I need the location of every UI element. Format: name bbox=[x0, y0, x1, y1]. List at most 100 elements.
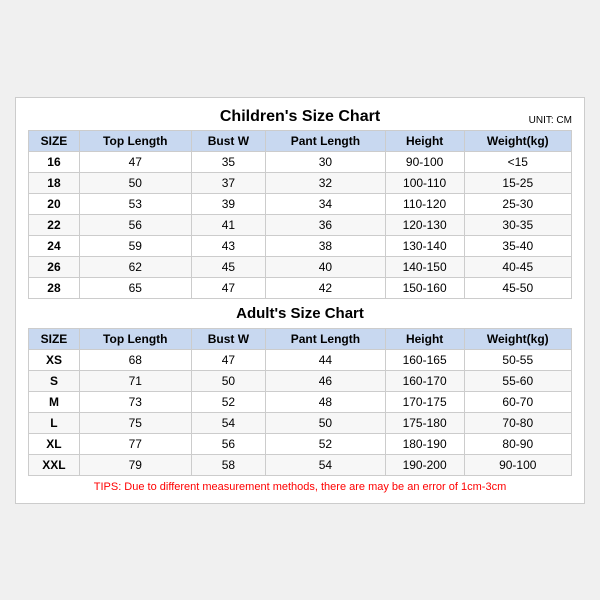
table-cell: 44 bbox=[266, 349, 386, 370]
adult-col-height: Height bbox=[385, 328, 464, 349]
col-pant-length: Pant Length bbox=[266, 130, 386, 151]
table-cell: 50 bbox=[79, 172, 191, 193]
tips-text: TIPS: Due to different measurement metho… bbox=[28, 481, 572, 493]
adult-col-bust-w: Bust W bbox=[191, 328, 266, 349]
table-cell: 47 bbox=[79, 151, 191, 172]
table-row: 20533934110-12025-30 bbox=[29, 193, 572, 214]
table-cell: 50-55 bbox=[464, 349, 571, 370]
table-cell: 36 bbox=[266, 214, 386, 235]
table-cell: 52 bbox=[191, 391, 266, 412]
table-cell: 25-30 bbox=[464, 193, 571, 214]
col-weight: Weight(kg) bbox=[464, 130, 571, 151]
table-cell: 35 bbox=[191, 151, 266, 172]
table-row: XS684744160-16550-55 bbox=[29, 349, 572, 370]
table-cell: 40-45 bbox=[464, 256, 571, 277]
table-cell: 75 bbox=[79, 412, 191, 433]
children-header-row: SIZE Top Length Bust W Pant Length Heigh… bbox=[29, 130, 572, 151]
table-row: XXL795854190-20090-100 bbox=[29, 454, 572, 475]
table-cell: 54 bbox=[191, 412, 266, 433]
table-cell: 55-60 bbox=[464, 370, 571, 391]
table-cell: 80-90 bbox=[464, 433, 571, 454]
table-cell: 24 bbox=[29, 235, 80, 256]
table-cell: 30 bbox=[266, 151, 386, 172]
col-bust-w: Bust W bbox=[191, 130, 266, 151]
adult-header-row: SIZE Top Length Bust W Pant Length Heigh… bbox=[29, 328, 572, 349]
table-cell: 59 bbox=[79, 235, 191, 256]
table-cell: 32 bbox=[266, 172, 386, 193]
table-cell: 170-175 bbox=[385, 391, 464, 412]
table-cell: 190-200 bbox=[385, 454, 464, 475]
col-top-length: Top Length bbox=[79, 130, 191, 151]
col-height: Height bbox=[385, 130, 464, 151]
table-cell: 50 bbox=[191, 370, 266, 391]
table-row: 1647353090-100<15 bbox=[29, 151, 572, 172]
adult-col-top-length: Top Length bbox=[79, 328, 191, 349]
table-row: 28654742150-16045-50 bbox=[29, 277, 572, 298]
title-row: Children's Size Chart UNIT: CM bbox=[28, 108, 572, 126]
col-size: SIZE bbox=[29, 130, 80, 151]
table-cell: 40 bbox=[266, 256, 386, 277]
table-cell: 180-190 bbox=[385, 433, 464, 454]
table-cell: 37 bbox=[191, 172, 266, 193]
table-cell: 140-150 bbox=[385, 256, 464, 277]
table-cell: 43 bbox=[191, 235, 266, 256]
table-cell: 47 bbox=[191, 349, 266, 370]
table-cell: 160-170 bbox=[385, 370, 464, 391]
table-cell: 90-100 bbox=[385, 151, 464, 172]
adult-col-pant-length: Pant Length bbox=[266, 328, 386, 349]
table-cell: 62 bbox=[79, 256, 191, 277]
table-cell: 130-140 bbox=[385, 235, 464, 256]
table-cell: 45-50 bbox=[464, 277, 571, 298]
table-cell: <15 bbox=[464, 151, 571, 172]
table-cell: 110-120 bbox=[385, 193, 464, 214]
adult-col-weight: Weight(kg) bbox=[464, 328, 571, 349]
table-cell: 28 bbox=[29, 277, 80, 298]
table-cell: L bbox=[29, 412, 80, 433]
table-cell: 45 bbox=[191, 256, 266, 277]
children-chart-title: Children's Size Chart bbox=[220, 108, 380, 126]
table-row: 22564136120-13030-35 bbox=[29, 214, 572, 235]
table-cell: 56 bbox=[79, 214, 191, 235]
table-cell: XL bbox=[29, 433, 80, 454]
table-cell: 22 bbox=[29, 214, 80, 235]
table-cell: 50 bbox=[266, 412, 386, 433]
table-row: XL775652180-19080-90 bbox=[29, 433, 572, 454]
table-cell: M bbox=[29, 391, 80, 412]
table-cell: 20 bbox=[29, 193, 80, 214]
table-cell: 60-70 bbox=[464, 391, 571, 412]
unit-label: UNIT: CM bbox=[529, 115, 572, 126]
table-row: L755450175-18070-80 bbox=[29, 412, 572, 433]
table-cell: 175-180 bbox=[385, 412, 464, 433]
table-cell: 41 bbox=[191, 214, 266, 235]
table-cell: 71 bbox=[79, 370, 191, 391]
table-cell: 54 bbox=[266, 454, 386, 475]
table-cell: XXL bbox=[29, 454, 80, 475]
table-cell: 52 bbox=[266, 433, 386, 454]
table-cell: 15-25 bbox=[464, 172, 571, 193]
table-cell: 77 bbox=[79, 433, 191, 454]
adult-table-body: XS684744160-16550-55S715046160-17055-60M… bbox=[29, 349, 572, 475]
table-cell: XS bbox=[29, 349, 80, 370]
table-row: M735248170-17560-70 bbox=[29, 391, 572, 412]
table-cell: S bbox=[29, 370, 80, 391]
adult-chart-title: Adult's Size Chart bbox=[29, 298, 572, 328]
table-row: 18503732100-11015-25 bbox=[29, 172, 572, 193]
table-cell: 46 bbox=[266, 370, 386, 391]
adult-section: Adult's Size Chart SIZE Top Length Bust … bbox=[29, 298, 572, 349]
table-cell: 58 bbox=[191, 454, 266, 475]
table-cell: 53 bbox=[79, 193, 191, 214]
table-cell: 79 bbox=[79, 454, 191, 475]
table-cell: 38 bbox=[266, 235, 386, 256]
table-cell: 26 bbox=[29, 256, 80, 277]
table-row: S715046160-17055-60 bbox=[29, 370, 572, 391]
table-cell: 100-110 bbox=[385, 172, 464, 193]
table-cell: 90-100 bbox=[464, 454, 571, 475]
table-cell: 35-40 bbox=[464, 235, 571, 256]
table-cell: 48 bbox=[266, 391, 386, 412]
table-cell: 73 bbox=[79, 391, 191, 412]
children-table-body: 1647353090-100<1518503732100-11015-25205… bbox=[29, 151, 572, 298]
table-cell: 70-80 bbox=[464, 412, 571, 433]
table-cell: 42 bbox=[266, 277, 386, 298]
table-row: 24594338130-14035-40 bbox=[29, 235, 572, 256]
table-cell: 160-165 bbox=[385, 349, 464, 370]
